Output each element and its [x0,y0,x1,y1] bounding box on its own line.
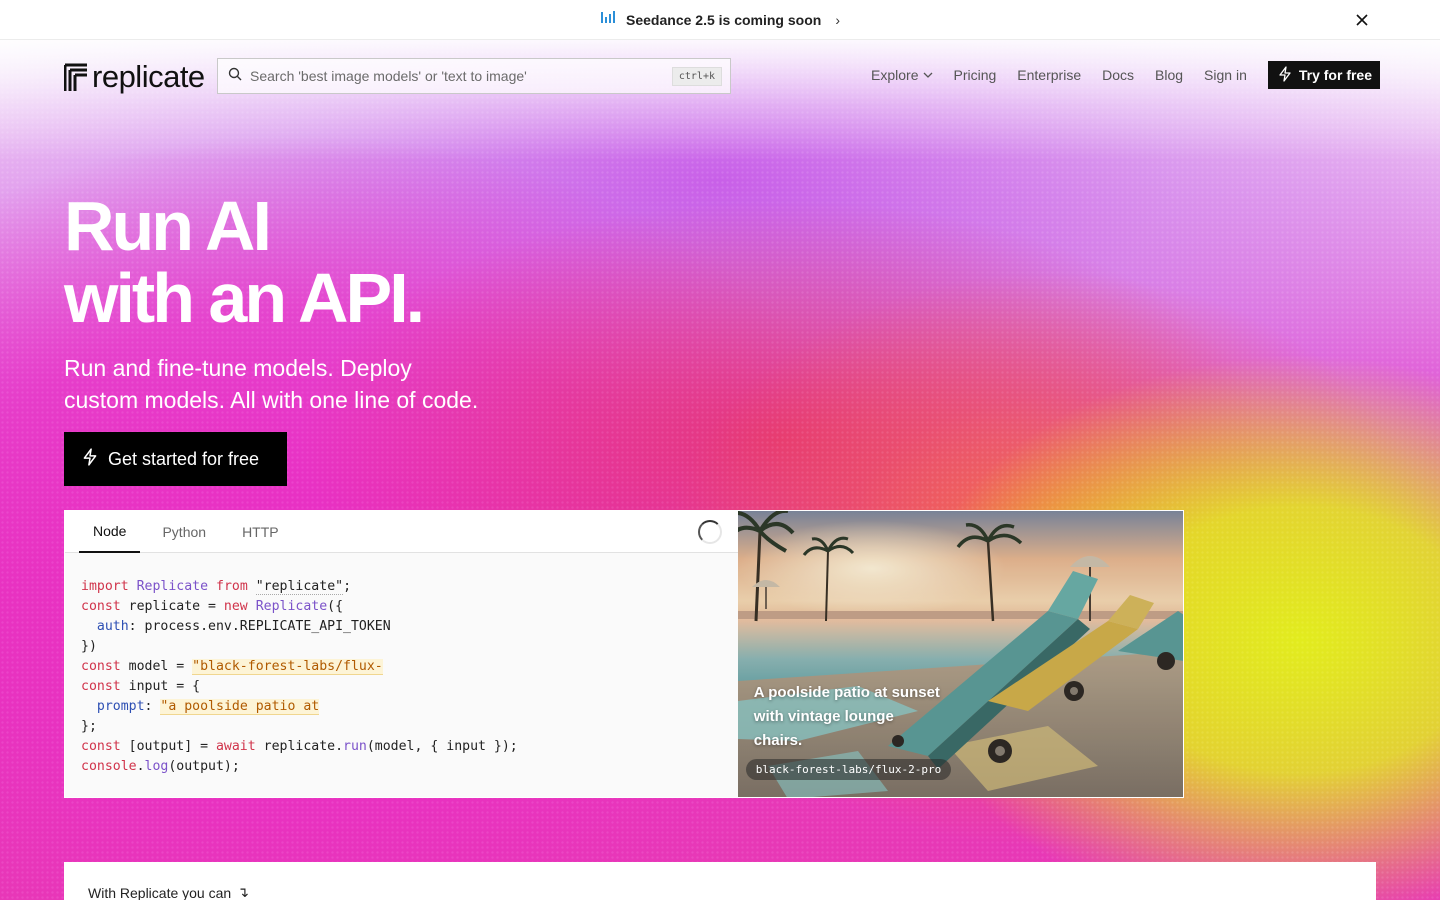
announcement-bar: Seedance 2.5 is coming soon › [0,0,1440,40]
code-line: const input = { [81,679,201,694]
nav-explore-label: Explore [871,67,919,83]
generated-image: A poolside patio at sunset with vintage … [737,511,1183,797]
get-started-button[interactable]: Get started for free [64,432,287,486]
code-line: const [output] = await replicate.run(mod… [81,739,518,754]
nav-enterprise[interactable]: Enterprise [1017,67,1081,83]
top-nav: replicate ctrl+k Explore Pricing Enterpr… [0,40,1440,112]
code-panel: Node Python HTTP import Replicate from "… [65,511,738,797]
close-icon[interactable] [1352,10,1372,30]
headline-line-1: Run AI [64,187,272,265]
code-line: console.log(output); [81,759,240,774]
bar-chart-icon [600,10,616,29]
poolside-image [737,511,1183,797]
code-line: prompt: "a poolside patio at [96,699,320,715]
lightning-icon [1278,65,1292,85]
code-line: const model = "black-forest-labs/flux- [81,659,383,675]
nav-explore[interactable]: Explore [871,67,932,83]
subtitle-line-2: custom models. All with one line of code… [64,387,479,413]
announcement-text: Seedance 2.5 is coming soon [626,11,822,28]
nav-pricing[interactable]: Pricing [954,67,997,83]
model-name-badge[interactable]: black-forest-labs/flux-2-pro [745,759,952,780]
hero-headline: Run AI with an API. [64,187,425,337]
chevron-right-icon: › [835,11,840,28]
loading-spinner-icon [697,520,722,544]
replicate-logo[interactable]: replicate [64,59,205,95]
search-bar[interactable]: ctrl+k [217,58,731,94]
search-input[interactable] [250,68,664,84]
features-intro: With Replicate you can ↴ [88,884,249,900]
nav-docs[interactable]: Docs [1102,67,1134,83]
tab-http[interactable]: HTTP [228,511,293,553]
search-shortcut: ctrl+k [671,66,722,86]
tab-node[interactable]: Node [79,511,141,553]
code-line: import Replicate from "replicate"; [81,579,352,595]
try-for-free-button[interactable]: Try for free [1267,61,1380,89]
code-line: }; [81,719,97,734]
lightning-icon [82,447,98,471]
announcement-link[interactable]: Seedance 2.5 is coming soon › [600,10,840,29]
subtitle-line-1: Run and fine-tune models. Deploy [64,355,412,381]
code-snippet: import Replicate from "replicate"; const… [65,553,738,801]
code-line: }) [81,639,97,654]
hero-subtitle: Run and fine-tune models. Deploy custom … [64,352,584,416]
chevron-down-icon [923,67,933,83]
tab-python[interactable]: Python [148,511,220,553]
nav-links: Explore Pricing Enterprise Docs Blog Sig… [871,61,1380,89]
nav-sign-in[interactable]: Sign in [1204,67,1247,83]
headline-line-2: with an API. [64,259,425,337]
get-started-label: Get started for free [108,448,260,469]
features-card: With Replicate you can ↴ [64,862,1376,900]
replicate-logo-icon [64,63,87,91]
language-tabs: Node Python HTTP [65,511,738,553]
arrow-down-icon: ↴ [237,884,249,900]
image-caption: A poolside patio at sunset with vintage … [753,684,940,749]
nav-blog[interactable]: Blog [1155,67,1183,83]
search-icon [228,67,242,86]
logo-text: replicate [92,59,205,94]
try-for-free-label: Try for free [1298,67,1372,83]
code-line: auth: process.env.REPLICATE_API_TOKEN [96,619,391,634]
code-line: const replicate = new Replicate({ [81,599,344,614]
code-demo-panel: Node Python HTTP import Replicate from "… [64,510,1184,798]
features-intro-text: With Replicate you can [88,884,232,900]
